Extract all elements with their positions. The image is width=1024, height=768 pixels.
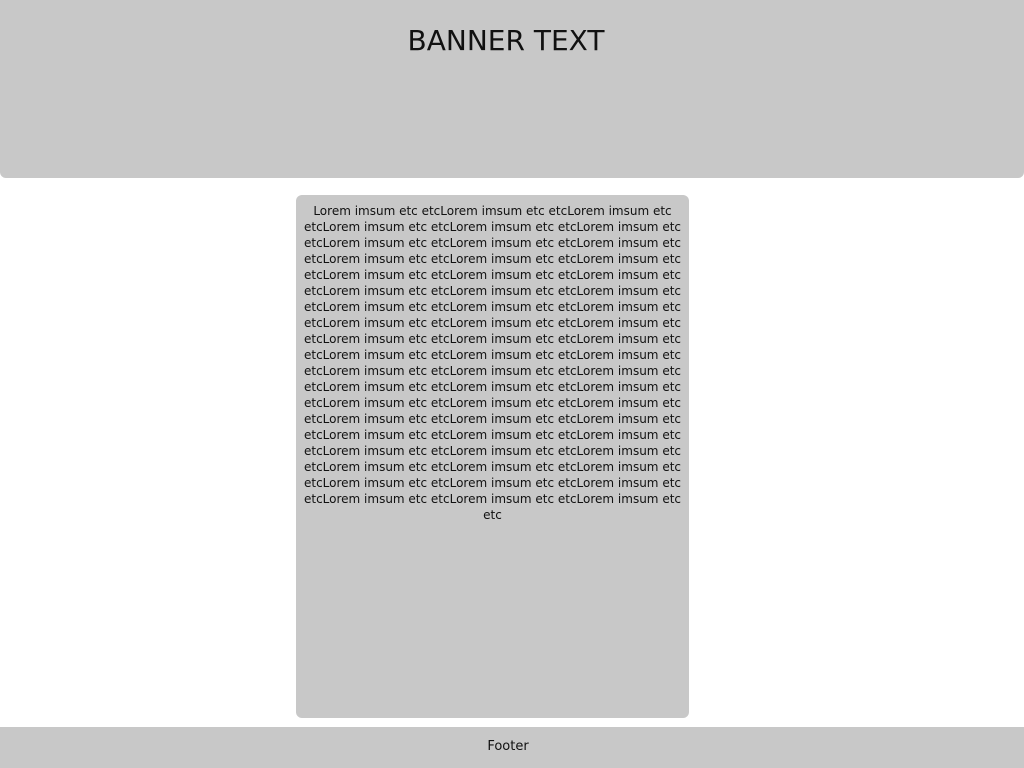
banner-title: BANNER TEXT bbox=[407, 24, 605, 57]
footer: Footer bbox=[0, 727, 1024, 768]
content-text: Lorem imsum etc etcLorem imsum etc etcLo… bbox=[303, 204, 681, 522]
footer-label: Footer bbox=[487, 739, 529, 754]
banner: BANNER TEXT bbox=[0, 0, 1024, 178]
page: BANNER TEXT Lorem imsum etc etcLorem ims… bbox=[0, 0, 1024, 768]
content-card: Lorem imsum etc etcLorem imsum etc etcLo… bbox=[296, 195, 689, 718]
